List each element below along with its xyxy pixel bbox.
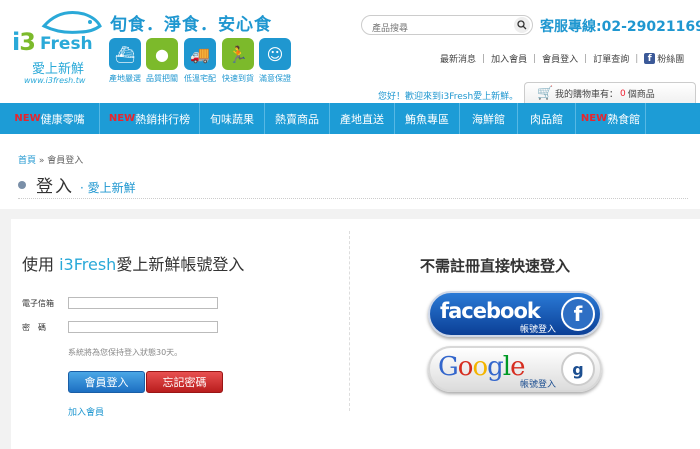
google-icon: g: [561, 352, 595, 386]
title-divider: [18, 198, 688, 199]
farm-icon: ⛴: [109, 38, 141, 70]
link-join[interactable]: 加入會員: [491, 52, 527, 65]
feature-truck: 🚚 低溫宅配: [183, 38, 217, 84]
link-news[interactable]: 最新消息: [440, 52, 476, 65]
google-wordmark: Google: [438, 352, 525, 382]
search-box: [361, 15, 533, 37]
facebook-wordmark: facebook: [440, 299, 541, 323]
feature-label: 滿意保證: [259, 74, 291, 83]
forgot-password-button[interactable]: 忘記密碼: [146, 371, 223, 393]
facebook-icon: f: [644, 53, 656, 64]
facebook-login-button[interactable]: facebook 帳號登入 f: [428, 291, 602, 337]
cart-summary[interactable]: 🛒 我的購物車有： 0 個商品: [524, 82, 696, 104]
page-title: 登入: [36, 177, 74, 197]
password-label: 密 碼: [22, 323, 46, 332]
nav-item-label: 熟食館: [607, 112, 641, 126]
main-nav: NEW 健康零嘴 NEW 熱銷排行榜 旬味蔬果 熱賣商品 產地直送 鮪魚專區 海鮮館 肉品館 NEW…: [0, 103, 700, 134]
nav-item-6[interactable]: 海鮮館: [460, 103, 518, 134]
breadcrumb-current: 會員登入: [47, 156, 84, 166]
runner-icon: 🏃: [222, 38, 254, 70]
smile-icon: ☺: [259, 38, 291, 70]
link-login[interactable]: 會員登入: [542, 52, 578, 65]
nav-item-3[interactable]: 熱賣商品: [265, 103, 330, 134]
nav-item-label: 鮪魚專區: [405, 112, 449, 126]
search-icon: [517, 20, 527, 30]
welcome-message: 您好！歡迎來到i3Fresh愛上新鮮。: [378, 92, 519, 102]
page-subtitle: · 愛上新鮮: [80, 181, 136, 195]
google-login-label: 帳號登入: [520, 380, 557, 390]
password-field[interactable]: [68, 321, 218, 333]
tomato-icon: ●: [146, 38, 178, 70]
bullet-icon: [18, 180, 26, 189]
site-logo[interactable]: i3 Fresh 愛上新鮮 www.i3fresh.tw: [10, 6, 106, 90]
page-title-row: 登入 · 愛上新鮮: [18, 172, 136, 197]
link-fans[interactable]: 粉絲團: [657, 52, 684, 65]
nav-item-2[interactable]: 旬味蔬果: [200, 103, 265, 134]
feature-farm: ⛴ 產地嚴選: [108, 38, 142, 84]
nav-item-label: 肉品館: [530, 112, 563, 126]
nav-item-label: 熱銷排行榜: [135, 112, 191, 126]
truck-icon: 🚚: [184, 38, 216, 70]
new-badge: NEW: [580, 113, 608, 124]
logo-subtitle: 愛上新鮮: [32, 62, 85, 77]
cart-icon: 🛒: [537, 86, 554, 101]
login-form-title: 使用 i3Fresh愛上新鮮帳號登入: [22, 255, 245, 274]
nav-item-5[interactable]: 鮪魚專區: [395, 103, 460, 134]
quick-login-title: 不需註冊直接快速登入: [420, 257, 571, 275]
breadcrumb-home[interactable]: 首頁: [18, 156, 36, 166]
email-field[interactable]: [68, 297, 218, 309]
join-member-link[interactable]: 加入會員: [68, 405, 104, 418]
panel-divider: [349, 231, 350, 411]
nav-item-4[interactable]: 產地直送: [330, 103, 395, 134]
nav-item-0[interactable]: NEW 健康零嘴: [0, 103, 100, 134]
nav-item-label: 產地直送: [340, 112, 384, 126]
slogan: 旬食．淨食．安心食: [110, 15, 272, 35]
feature-tomato: ● 品質把關: [145, 38, 179, 84]
breadcrumb-area: 首頁 » 會員登入 登入 · 愛上新鮮: [0, 134, 700, 209]
customer-hotline: 客服專線:02-29021169: [540, 19, 700, 35]
search-input[interactable]: [362, 21, 507, 37]
feature-smile: ☺ 滿意保證: [258, 38, 292, 84]
breadcrumb: 首頁 » 會員登入: [18, 156, 84, 166]
logo-fresh: Fresh: [40, 34, 93, 54]
nav-item-8[interactable]: NEW 熟食館: [576, 103, 646, 134]
nav-item-label: 熱賣商品: [275, 112, 319, 126]
site-header: i3 Fresh 愛上新鮮 www.i3fresh.tw 旬食．淨食．安心食 ⛴…: [0, 0, 700, 104]
feature-runner: 🏃 快速到貨: [221, 38, 255, 84]
link-order[interactable]: 訂單查詢: [593, 52, 629, 65]
search-button[interactable]: [514, 17, 530, 33]
remember-hint: 系統將為您保持登入狀態30天。: [68, 348, 183, 357]
logo-mark: i3: [12, 28, 36, 56]
facebook-login-label: 帳號登入: [520, 325, 557, 335]
nav-item-label: 旬味蔬果: [210, 112, 254, 126]
new-badge: NEW: [14, 113, 41, 124]
nav-item-1[interactable]: NEW 熱銷排行榜: [100, 103, 200, 134]
nav-item-7[interactable]: 肉品館: [518, 103, 576, 134]
google-login-button[interactable]: Google 帳號登入 g: [428, 346, 602, 392]
nav-item-label: 海鮮館: [472, 112, 505, 126]
login-button[interactable]: 會員登入: [68, 371, 145, 393]
nav-item-label: 健康零嘴: [40, 112, 85, 126]
email-label: 電子信箱: [22, 299, 54, 308]
cart-count: 0: [620, 88, 626, 99]
facebook-icon: f: [561, 297, 595, 331]
top-links: 最新消息 | 加入會員 | 會員登入 | 訂單查詢 | f 粉絲團: [440, 52, 685, 65]
logo-url: www.i3fresh.tw: [24, 76, 86, 85]
new-badge: NEW: [108, 113, 136, 124]
